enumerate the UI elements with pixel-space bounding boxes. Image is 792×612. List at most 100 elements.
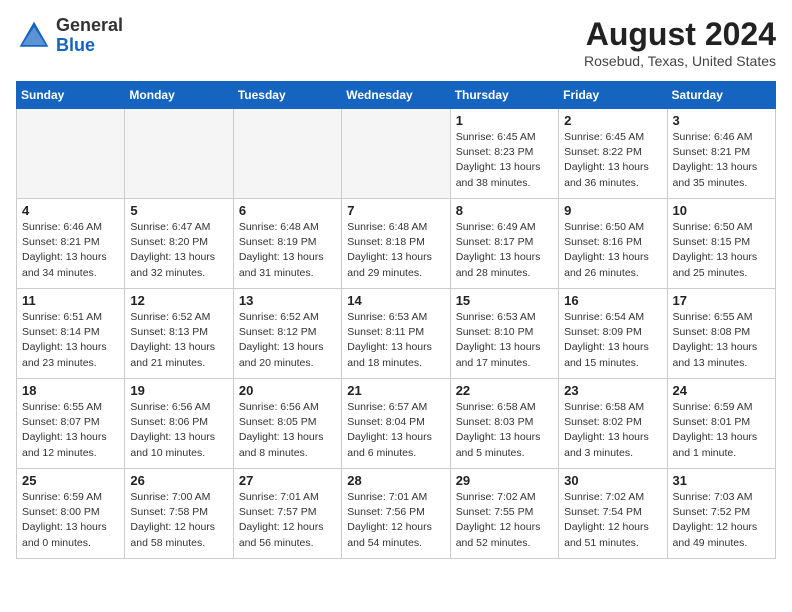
day-number: 28	[347, 473, 444, 488]
week-row-5: 25 Sunrise: 6:59 AM Sunset: 8:00 PM Dayli…	[17, 469, 776, 559]
day-info: Sunrise: 6:55 AM Sunset: 8:07 PM Dayligh…	[22, 400, 119, 461]
calendar-cell: 11 Sunrise: 6:51 AM Sunset: 8:14 PM Dayli…	[17, 289, 125, 379]
weekday-header-sunday: Sunday	[17, 82, 125, 109]
calendar-cell: 16 Sunrise: 6:54 AM Sunset: 8:09 PM Dayli…	[559, 289, 667, 379]
day-number: 4	[22, 203, 119, 218]
calendar-cell: 17Sunrise: 6:55 AM Sunset: 8:08 PM Dayli…	[667, 289, 775, 379]
day-info: Sunrise: 6:56 AM Sunset: 8:05 PM Dayligh…	[239, 400, 336, 461]
day-number: 6	[239, 203, 336, 218]
day-info: Sunrise: 6:58 AM Sunset: 8:02 PM Dayligh…	[564, 400, 661, 461]
logo-icon	[16, 18, 52, 54]
day-info: Sunrise: 6:52 AM Sunset: 8:12 PM Dayligh…	[239, 310, 336, 371]
calendar-cell: 18 Sunrise: 6:55 AM Sunset: 8:07 PM Dayli…	[17, 379, 125, 469]
day-number: 12	[130, 293, 227, 308]
weekday-header-monday: Monday	[125, 82, 233, 109]
week-row-4: 18 Sunrise: 6:55 AM Sunset: 8:07 PM Dayli…	[17, 379, 776, 469]
calendar-cell: 31Sunrise: 7:03 AM Sunset: 7:52 PM Dayli…	[667, 469, 775, 559]
calendar-cell: 13Sunrise: 6:52 AM Sunset: 8:12 PM Dayli…	[233, 289, 341, 379]
calendar-cell: 10 Sunrise: 6:50 AM Sunset: 8:15 PM Dayli…	[667, 199, 775, 289]
calendar-cell: 25 Sunrise: 6:59 AM Sunset: 8:00 PM Dayli…	[17, 469, 125, 559]
day-number: 22	[456, 383, 553, 398]
calendar-cell: 12 Sunrise: 6:52 AM Sunset: 8:13 PM Dayli…	[125, 289, 233, 379]
day-number: 10	[673, 203, 770, 218]
day-number: 7	[347, 203, 444, 218]
day-number: 23	[564, 383, 661, 398]
day-info: Sunrise: 6:59 AM Sunset: 8:01 PM Dayligh…	[673, 400, 770, 461]
day-info: Sunrise: 6:47 AM Sunset: 8:20 PM Dayligh…	[130, 220, 227, 281]
calendar-cell: 19 Sunrise: 6:56 AM Sunset: 8:06 PM Dayli…	[125, 379, 233, 469]
day-info: Sunrise: 6:53 AM Sunset: 8:11 PM Dayligh…	[347, 310, 444, 371]
weekday-header-row: SundayMondayTuesdayWednesdayThursdayFrid…	[17, 82, 776, 109]
day-info: Sunrise: 7:00 AM Sunset: 7:58 PM Dayligh…	[130, 490, 227, 551]
day-info: Sunrise: 7:01 AM Sunset: 7:56 PM Dayligh…	[347, 490, 444, 551]
day-number: 26	[130, 473, 227, 488]
day-info: Sunrise: 6:50 AM Sunset: 8:15 PM Dayligh…	[673, 220, 770, 281]
page-header: General Blue August 2024 Rosebud, Texas,…	[16, 16, 776, 69]
calendar-cell: 21Sunrise: 6:57 AM Sunset: 8:04 PM Dayli…	[342, 379, 450, 469]
day-info: Sunrise: 7:02 AM Sunset: 7:54 PM Dayligh…	[564, 490, 661, 551]
day-info: Sunrise: 6:52 AM Sunset: 8:13 PM Dayligh…	[130, 310, 227, 371]
weekday-header-tuesday: Tuesday	[233, 82, 341, 109]
calendar-cell: 14Sunrise: 6:53 AM Sunset: 8:11 PM Dayli…	[342, 289, 450, 379]
day-number: 19	[130, 383, 227, 398]
day-number: 18	[22, 383, 119, 398]
day-info: Sunrise: 6:48 AM Sunset: 8:19 PM Dayligh…	[239, 220, 336, 281]
day-info: Sunrise: 6:49 AM Sunset: 8:17 PM Dayligh…	[456, 220, 553, 281]
day-number: 21	[347, 383, 444, 398]
day-number: 5	[130, 203, 227, 218]
day-number: 29	[456, 473, 553, 488]
calendar-cell: 5 Sunrise: 6:47 AM Sunset: 8:20 PM Daylig…	[125, 199, 233, 289]
calendar-cell: 28 Sunrise: 7:01 AM Sunset: 7:56 PM Dayli…	[342, 469, 450, 559]
logo-blue: Blue	[56, 35, 95, 55]
week-row-1: 1Sunrise: 6:45 AM Sunset: 8:23 PM Daylig…	[17, 109, 776, 199]
day-info: Sunrise: 6:45 AM Sunset: 8:22 PM Dayligh…	[564, 130, 661, 191]
calendar-cell: 20 Sunrise: 6:56 AM Sunset: 8:05 PM Dayli…	[233, 379, 341, 469]
weekday-header-thursday: Thursday	[450, 82, 558, 109]
day-number: 11	[22, 293, 119, 308]
day-info: Sunrise: 7:01 AM Sunset: 7:57 PM Dayligh…	[239, 490, 336, 551]
logo-general: General	[56, 15, 123, 35]
day-number: 2	[564, 113, 661, 128]
calendar-cell	[125, 109, 233, 199]
week-row-3: 11 Sunrise: 6:51 AM Sunset: 8:14 PM Dayli…	[17, 289, 776, 379]
calendar-cell: 1Sunrise: 6:45 AM Sunset: 8:23 PM Daylig…	[450, 109, 558, 199]
day-info: Sunrise: 7:03 AM Sunset: 7:52 PM Dayligh…	[673, 490, 770, 551]
calendar-cell	[342, 109, 450, 199]
calendar-cell: 7 Sunrise: 6:48 AM Sunset: 8:18 PM Daylig…	[342, 199, 450, 289]
week-row-2: 4 Sunrise: 6:46 AM Sunset: 8:21 PM Daylig…	[17, 199, 776, 289]
logo-text: General Blue	[56, 16, 123, 56]
calendar-cell: 6 Sunrise: 6:48 AM Sunset: 8:19 PM Daylig…	[233, 199, 341, 289]
day-number: 1	[456, 113, 553, 128]
day-number: 3	[673, 113, 770, 128]
calendar-cell: 23 Sunrise: 6:58 AM Sunset: 8:02 PM Dayli…	[559, 379, 667, 469]
calendar-cell: 26 Sunrise: 7:00 AM Sunset: 7:58 PM Dayli…	[125, 469, 233, 559]
calendar-cell: 9Sunrise: 6:50 AM Sunset: 8:16 PM Daylig…	[559, 199, 667, 289]
weekday-header-friday: Friday	[559, 82, 667, 109]
day-info: Sunrise: 6:56 AM Sunset: 8:06 PM Dayligh…	[130, 400, 227, 461]
day-info: Sunrise: 6:46 AM Sunset: 8:21 PM Dayligh…	[22, 220, 119, 281]
day-number: 25	[22, 473, 119, 488]
location: Rosebud, Texas, United States	[584, 53, 776, 69]
day-info: Sunrise: 6:58 AM Sunset: 8:03 PM Dayligh…	[456, 400, 553, 461]
day-info: Sunrise: 6:48 AM Sunset: 8:18 PM Dayligh…	[347, 220, 444, 281]
calendar-cell: 22 Sunrise: 6:58 AM Sunset: 8:03 PM Dayli…	[450, 379, 558, 469]
calendar-cell: 15Sunrise: 6:53 AM Sunset: 8:10 PM Dayli…	[450, 289, 558, 379]
day-info: Sunrise: 6:53 AM Sunset: 8:10 PM Dayligh…	[456, 310, 553, 371]
calendar-cell	[17, 109, 125, 199]
day-info: Sunrise: 7:02 AM Sunset: 7:55 PM Dayligh…	[456, 490, 553, 551]
day-info: Sunrise: 6:59 AM Sunset: 8:00 PM Dayligh…	[22, 490, 119, 551]
weekday-header-wednesday: Wednesday	[342, 82, 450, 109]
calendar-cell: 8 Sunrise: 6:49 AM Sunset: 8:17 PM Daylig…	[450, 199, 558, 289]
day-number: 9	[564, 203, 661, 218]
calendar-cell: 3Sunrise: 6:46 AM Sunset: 8:21 PM Daylig…	[667, 109, 775, 199]
calendar-cell: 2 Sunrise: 6:45 AM Sunset: 8:22 PM Daylig…	[559, 109, 667, 199]
day-number: 8	[456, 203, 553, 218]
day-info: Sunrise: 6:51 AM Sunset: 8:14 PM Dayligh…	[22, 310, 119, 371]
day-info: Sunrise: 6:54 AM Sunset: 8:09 PM Dayligh…	[564, 310, 661, 371]
day-number: 16	[564, 293, 661, 308]
day-number: 30	[564, 473, 661, 488]
calendar-cell: 24Sunrise: 6:59 AM Sunset: 8:01 PM Dayli…	[667, 379, 775, 469]
title-area: August 2024 Rosebud, Texas, United State…	[584, 16, 776, 69]
day-number: 20	[239, 383, 336, 398]
calendar-cell: 4 Sunrise: 6:46 AM Sunset: 8:21 PM Daylig…	[17, 199, 125, 289]
